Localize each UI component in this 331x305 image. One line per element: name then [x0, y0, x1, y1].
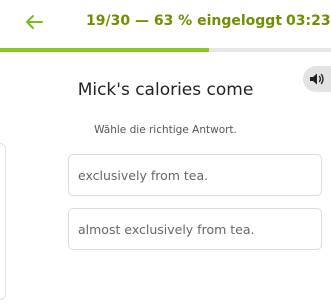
arrow-left-icon: [26, 15, 43, 29]
progress-status: 19/30 — 63 % eingeloggt: [86, 13, 283, 29]
back-button[interactable]: [22, 10, 46, 34]
answer-option[interactable]: exclusively from tea.: [68, 154, 322, 196]
progress-bar-fill: [0, 48, 209, 52]
previous-card-edge: [0, 143, 6, 300]
timer: 03:23: [286, 13, 331, 29]
progress-bar: [0, 48, 331, 52]
instruction-text: Wähle die richtige Antwort.: [94, 124, 237, 136]
answer-option[interactable]: almost exclusively from tea.: [68, 208, 322, 250]
top-bar: 19/30 — 63 % eingeloggt 03:23: [0, 0, 331, 50]
question-text: Mick's calories come: [77, 80, 254, 100]
